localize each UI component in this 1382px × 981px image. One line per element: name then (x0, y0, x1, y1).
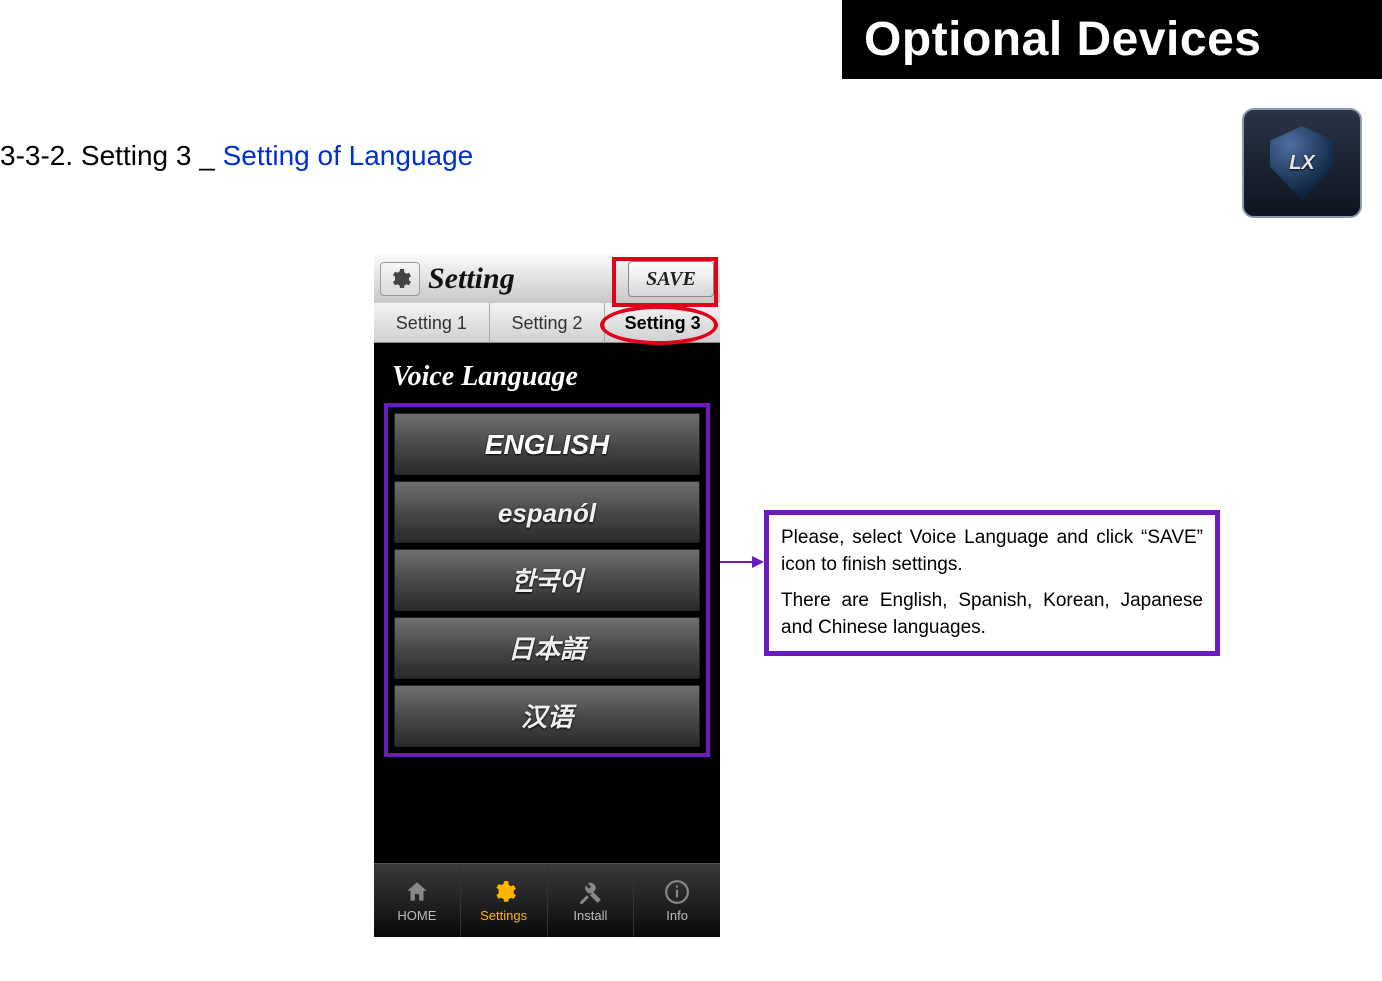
tab-setting-1[interactable]: Setting 1 (374, 303, 490, 342)
nav-install-label: Install (573, 908, 607, 923)
info-icon (663, 878, 691, 906)
language-option-korean[interactable]: 한국어 (394, 549, 700, 611)
nav-settings-label: Settings (480, 908, 527, 923)
section-title: Setting of Language (223, 140, 474, 171)
settings-icon-box (380, 262, 420, 296)
nav-home-label: HOME (397, 908, 436, 923)
nav-install[interactable]: Install (548, 864, 635, 937)
language-option-chinese[interactable]: 汉语 (394, 685, 700, 747)
language-option-english[interactable]: ENGLISH (394, 413, 700, 475)
gear-icon (388, 267, 412, 291)
banner-title: Optional Devices (864, 13, 1261, 66)
nav-settings[interactable]: Settings (461, 864, 548, 937)
section-prefix: 3-3-2. Setting 3 _ (0, 140, 223, 171)
product-logo-text: LX (1289, 152, 1315, 175)
product-logo: LX (1242, 108, 1362, 218)
tab-setting-3[interactable]: Setting 3 (605, 303, 720, 342)
settings-page-title: Setting (428, 262, 620, 296)
top-banner: Optional Devices (842, 0, 1382, 79)
nav-info-label: Info (666, 908, 688, 923)
voice-language-title: Voice Language (374, 343, 720, 403)
save-button[interactable]: SAVE (628, 261, 714, 297)
bottom-nav: HOME Settings Install Info (374, 863, 720, 937)
callout-box: Please, select Voice Language and click … (764, 510, 1220, 656)
gear-icon (490, 878, 518, 906)
nav-home[interactable]: HOME (374, 864, 461, 937)
phone-header: Setting SAVE (374, 255, 720, 303)
language-option-japanese[interactable]: 日本語 (394, 617, 700, 679)
callout-text-2: There are English, Spanish, Korean, Japa… (781, 588, 1203, 641)
callout-text-1: Please, select Voice Language and click … (781, 525, 1203, 578)
nav-info[interactable]: Info (634, 864, 720, 937)
settings-tabs: Setting 1 Setting 2 Setting 3 (374, 303, 720, 343)
tab-setting-2[interactable]: Setting 2 (490, 303, 606, 342)
product-logo-shield: LX (1270, 126, 1334, 200)
phone-screenshot: Setting SAVE Setting 1 Setting 2 Setting… (374, 255, 720, 937)
section-heading: 3-3-2. Setting 3 _ Setting of Language (0, 140, 473, 172)
home-icon (403, 878, 431, 906)
language-option-spanish[interactable]: espanól (394, 481, 700, 543)
callout-connector-arrow (752, 556, 764, 568)
tools-icon (576, 878, 604, 906)
language-list-highlight: ENGLISH espanól 한국어 日本語 汉语 (384, 403, 710, 757)
